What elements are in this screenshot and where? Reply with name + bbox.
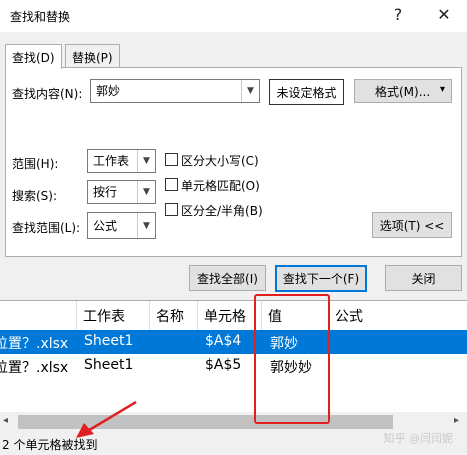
chevron-down-icon[interactable]: ▼ — [241, 80, 259, 102]
lookin-combo[interactable]: 公式 ▼ — [87, 212, 156, 239]
match-cell-label: 单元格匹配(O) — [181, 179, 260, 193]
cell-sheet: Sheet1 — [84, 333, 134, 349]
annotation-arrow-icon — [76, 400, 137, 438]
tab-find[interactable]: 查找(D) — [5, 44, 62, 69]
find-all-button[interactable]: 查找全部(I) — [189, 265, 266, 291]
search-combo[interactable]: 按行 ▼ — [87, 180, 156, 204]
options-button[interactable]: 选项(T) << — [372, 212, 452, 238]
help-button[interactable]: ? — [386, 4, 410, 26]
dropdown-arrow-icon: ▾ — [439, 84, 445, 95]
find-what-label: 查找内容(N): — [12, 87, 83, 101]
chevron-down-icon[interactable]: ▼ — [137, 181, 155, 203]
search-value: 按行 — [93, 185, 118, 199]
table-row[interactable]: 位置？.xlsx Sheet1 $A$5 郭妙妙 — [0, 354, 467, 378]
cell-sheet: Sheet1 — [84, 357, 134, 373]
format-button[interactable]: 格式(M)... ▾ — [354, 79, 452, 103]
scope-value: 工作表 — [93, 154, 130, 168]
column-header-cell[interactable]: 单元格 — [198, 301, 262, 331]
watermark-text: 知乎 @闫闫妮 — [383, 432, 454, 445]
window-title: 查找和替换 — [10, 10, 71, 24]
scope-combo[interactable]: 工作表 ▼ — [87, 149, 156, 173]
cell-book: 位置？.xlsx — [0, 360, 69, 376]
lookin-value: 公式 — [93, 219, 118, 233]
table-row[interactable]: 位置？.xlsx Sheet1 $A$4 郭妙 — [0, 330, 467, 354]
search-label: 搜索(S): — [12, 189, 58, 203]
close-button[interactable]: 关闭 — [385, 265, 462, 291]
tab-replace[interactable]: 替换(P) — [65, 44, 120, 68]
find-next-button[interactable]: 查找下一个(F) — [275, 265, 367, 292]
format-button-label: 格式(M)... — [375, 84, 431, 99]
lookin-label: 查找范围(L): — [12, 221, 81, 235]
annotation-highlight-box — [254, 294, 330, 424]
cell-address: $A$5 — [205, 357, 242, 373]
column-header-formula[interactable]: 公式 — [329, 301, 467, 331]
match-width-label: 区分全/半角(B) — [181, 204, 263, 218]
find-what-value: 郭妙 — [96, 84, 121, 98]
match-case-label: 区分大小写(C) — [181, 154, 259, 168]
cell-book: 位置？.xlsx — [0, 336, 69, 352]
column-header-name[interactable]: 名称 — [150, 301, 198, 331]
cell-address: $A$4 — [205, 333, 242, 349]
column-header-sheet[interactable]: 工作表 — [77, 301, 150, 331]
chevron-down-icon[interactable]: ▼ — [137, 213, 155, 238]
scroll-left-icon[interactable]: ◂ — [3, 415, 8, 426]
match-case-checkbox[interactable] — [165, 153, 178, 166]
scroll-right-icon[interactable]: ▸ — [454, 415, 459, 426]
chevron-down-icon[interactable]: ▼ — [137, 150, 155, 172]
match-cell-checkbox[interactable] — [165, 178, 178, 191]
close-window-button[interactable]: ✕ — [432, 4, 456, 26]
find-what-combo[interactable]: 郭妙 ▼ — [90, 79, 260, 103]
format-preview: 未设定格式 — [269, 79, 344, 105]
column-header-book[interactable] — [0, 301, 77, 331]
scope-label: 范围(H): — [12, 157, 59, 171]
match-width-checkbox[interactable] — [165, 203, 178, 216]
